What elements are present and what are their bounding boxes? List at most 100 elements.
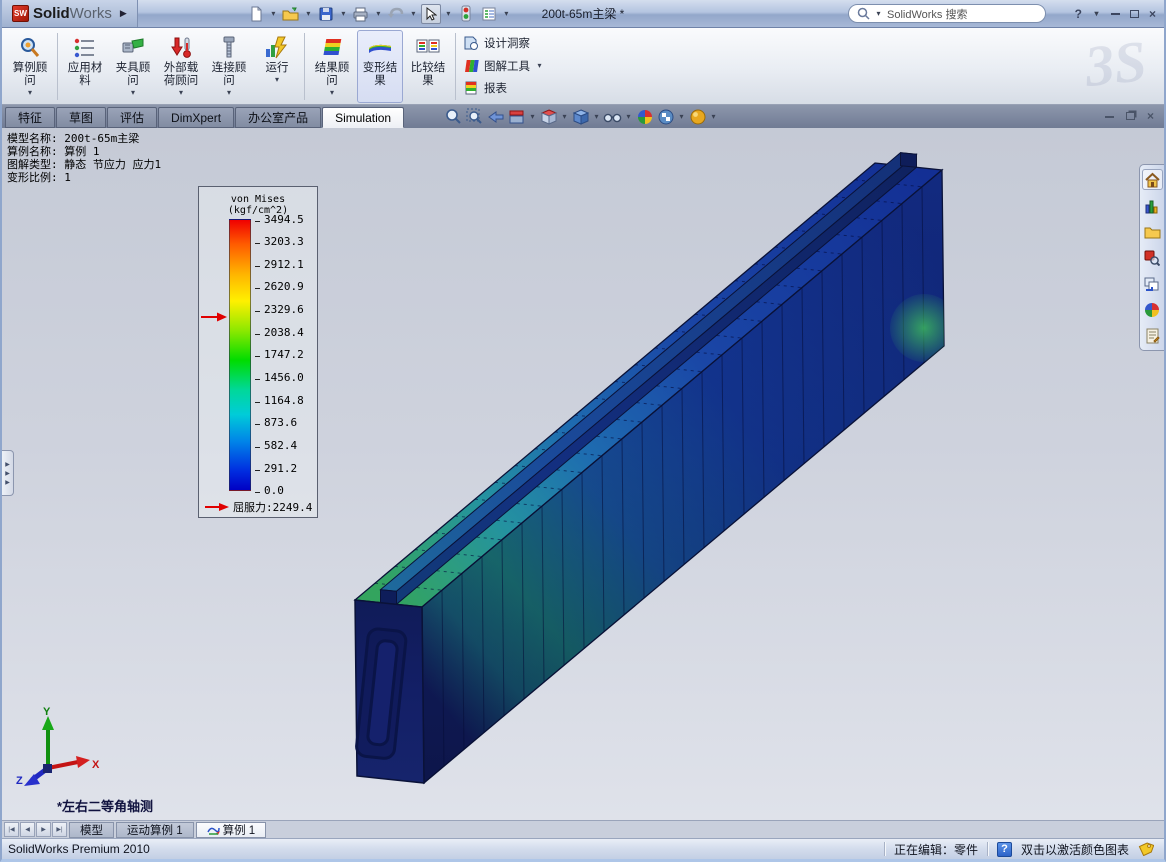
apply-scene-dropdown-icon[interactable]: ▾ (677, 112, 686, 121)
minimize-button[interactable] (1111, 12, 1120, 15)
orientation-triad: Y X Z (16, 706, 100, 790)
first-tab-button[interactable]: |◀ (4, 822, 19, 837)
yield-strength-row: 屈服力:2249.4 (205, 499, 312, 515)
expand-arrow-icon: ▶ (5, 479, 10, 486)
tab-features[interactable]: 特征 (5, 107, 55, 128)
report-button[interactable]: 报表 (463, 79, 544, 97)
motion-study-tab[interactable]: 运动算例 1 (116, 822, 194, 838)
rebuild-traffic-light-icon[interactable] (456, 4, 476, 24)
view-orientation-dropdown-icon[interactable]: ▾ (560, 112, 569, 121)
zoom-to-fit-button[interactable] (444, 107, 463, 126)
display-style-dropdown-icon[interactable]: ▾ (592, 112, 601, 121)
doc-restore-button[interactable] (1126, 112, 1135, 120)
search-tab-icon[interactable] (1142, 247, 1163, 268)
deformed-result-button[interactable]: 变形结果 (357, 30, 403, 103)
dropdown-icon[interactable]: ▾ (179, 88, 183, 96)
standard-toolbar: ▾ ▾ ▾ ▾ ▾ ▾ ▾ (246, 4, 511, 24)
undo-dropdown-icon[interactable]: ▾ (409, 9, 418, 18)
previous-view-button[interactable] (486, 107, 505, 126)
ribbon-toolbar: 算例顾问 ▾ 应用材料 夹具顾问 ▾ 外部载荷顾问 ▾ 连接顾问 ▾ 运行 ▾ (2, 28, 1164, 105)
doc-close-button[interactable]: × (1147, 109, 1154, 123)
solidworks-resources-home-icon[interactable] (1142, 169, 1163, 190)
tab-simulation[interactable]: Simulation (322, 107, 404, 128)
open-button[interactable] (281, 4, 301, 24)
maximize-button[interactable] (1130, 10, 1139, 18)
connections-advisor-button[interactable]: 连接顾问 ▾ (206, 30, 252, 103)
section-view-button[interactable] (507, 107, 526, 126)
x-axis-arrow (76, 756, 90, 768)
design-insight-button[interactable]: 设计洞察 (463, 34, 544, 52)
display-style-button[interactable] (571, 107, 590, 126)
next-tab-button[interactable]: ▶ (36, 822, 51, 837)
options-dropdown-icon[interactable]: ▾ (502, 9, 511, 18)
study-advisor-button[interactable]: 算例顾问 ▾ (7, 30, 53, 103)
model-tab[interactable]: 模型 (69, 822, 114, 838)
product-name: SolidWorks Premium 2010 (2, 842, 150, 856)
file-explorer-icon[interactable] (1142, 221, 1163, 242)
external-loads-advisor-button[interactable]: 外部载荷顾问 ▾ (158, 30, 204, 103)
stress-color-legend[interactable]: von Mises (kgf/cm^2) 3494.5 3203.3 2912.… (198, 186, 318, 518)
custom-properties-icon[interactable] (1142, 325, 1163, 346)
select-tool-button[interactable] (421, 4, 441, 24)
dropdown-icon[interactable]: ▾ (227, 88, 231, 96)
print-button[interactable] (351, 4, 371, 24)
view-settings-button[interactable] (688, 107, 707, 126)
new-dropdown-icon[interactable]: ▾ (269, 9, 278, 18)
hide-show-dropdown-icon[interactable]: ▾ (624, 112, 633, 121)
edit-appearance-button[interactable] (635, 107, 654, 126)
doc-minimize-button[interactable] (1105, 115, 1114, 118)
save-dropdown-icon[interactable]: ▾ (339, 9, 348, 18)
dropdown-icon[interactable]: ▾ (28, 88, 32, 96)
run-button[interactable]: 运行 ▾ (254, 30, 300, 103)
hide-show-items-button[interactable] (603, 107, 622, 126)
close-button[interactable]: × (1149, 7, 1156, 21)
tab-office-products[interactable]: 办公室产品 (235, 107, 321, 128)
new-document-button[interactable] (246, 4, 266, 24)
select-dropdown-icon[interactable]: ▾ (444, 9, 453, 18)
y-axis-label: Y (43, 706, 51, 718)
menu-flyout-icon[interactable]: ▶ (120, 8, 127, 19)
tab-evaluate[interactable]: 评估 (107, 107, 157, 128)
dropdown-icon[interactable]: ▾ (275, 75, 279, 83)
tab-dimxpert[interactable]: DimXpert (158, 107, 234, 128)
separator (455, 33, 456, 100)
graphics-viewport[interactable]: 模型名称: 200t-65m主梁 算例名称: 算例 1 图解类型: 静态 节应力… (2, 128, 1164, 820)
dropdown-icon[interactable]: ▾ (330, 88, 334, 96)
view-settings-dropdown-icon[interactable]: ▾ (709, 112, 718, 121)
color-chart-hint: 双击以激活颜色图表 (1021, 841, 1129, 858)
view-orientation-button[interactable] (539, 107, 558, 126)
appearances-scenes-icon[interactable] (1142, 299, 1163, 320)
help-button[interactable]: ? (1075, 7, 1082, 21)
tag-icon[interactable] (1138, 842, 1154, 856)
open-dropdown-icon[interactable]: ▾ (304, 9, 313, 18)
window-controls: ? ▾ × (1075, 7, 1156, 21)
apply-scene-button[interactable] (656, 107, 675, 126)
view-palette-icon[interactable] (1142, 273, 1163, 294)
yield-strength-label: 屈服力:2249.4 (233, 499, 312, 515)
design-library-icon[interactable] (1142, 195, 1163, 216)
plot-tools-button[interactable]: 图解工具 ▾ (463, 57, 544, 75)
dropdown-icon[interactable]: ▾ (535, 61, 544, 70)
results-advisor-button[interactable]: 结果顾问 ▾ (309, 30, 355, 103)
search-scope-dropdown-icon[interactable]: ▾ (874, 9, 883, 18)
tab-sketch[interactable]: 草图 (56, 107, 106, 128)
compare-results-button[interactable]: 比较结果 (405, 30, 451, 103)
save-button[interactable] (316, 4, 336, 24)
feature-manager-collapsed-handle[interactable]: ▶ ▶ ▶ (2, 450, 14, 496)
status-help-icon[interactable]: ? (997, 842, 1012, 857)
simulation-study-tab[interactable]: 算例 1 (196, 822, 267, 838)
zoom-to-area-button[interactable] (465, 107, 484, 126)
print-dropdown-icon[interactable]: ▾ (374, 9, 383, 18)
undo-button[interactable] (386, 4, 406, 24)
search-box[interactable]: ▾ SolidWorks 搜索 (848, 4, 1046, 23)
beam-model[interactable] (2, 128, 1164, 820)
section-view-dropdown-icon[interactable]: ▾ (528, 112, 537, 121)
app-logo[interactable]: SW SolidWorks ▶ (2, 0, 138, 27)
dropdown-icon[interactable]: ▾ (131, 88, 135, 96)
options-list-button[interactable] (479, 4, 499, 24)
last-tab-button[interactable]: ▶| (52, 822, 67, 837)
prev-tab-button[interactable]: ◀ (20, 822, 35, 837)
fixtures-advisor-button[interactable]: 夹具顾问 ▾ (110, 30, 156, 103)
apply-material-button[interactable]: 应用材料 (62, 30, 108, 103)
help-dropdown-icon[interactable]: ▾ (1092, 9, 1101, 18)
